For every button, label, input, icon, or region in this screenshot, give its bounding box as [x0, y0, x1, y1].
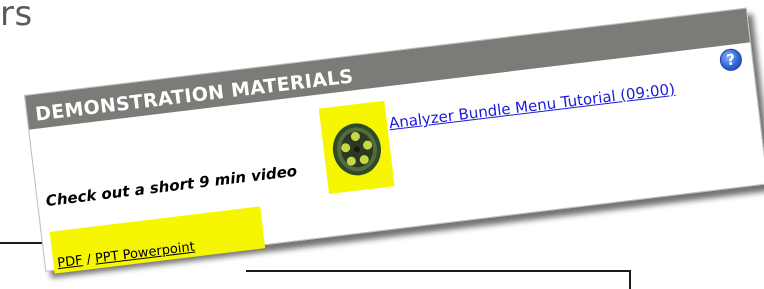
film-reel-highlight[interactable]: [318, 100, 395, 195]
document-links: PDF / PPT Powerpoint: [57, 240, 196, 271]
pdf-link[interactable]: PDF: [57, 253, 84, 271]
help-icon[interactable]: ?: [718, 47, 744, 73]
documents-highlight: PDF / PPT Powerpoint: [49, 206, 266, 274]
callout-frame-line: [629, 270, 631, 289]
callout-frame-line: [246, 270, 630, 272]
screenshot-page: rs DEMONSTRATION MATERIALS ? Check out a…: [0, 0, 764, 289]
video-prompt-text: Check out a short 9 min video: [44, 161, 299, 211]
video-tutorial-link[interactable]: Analyzer Bundle Menu Tutorial (09:00): [388, 80, 676, 132]
demonstration-materials-card: DEMONSTRATION MATERIALS ? Check out a sh…: [24, 7, 764, 274]
ppt-powerpoint-link[interactable]: PPT Powerpoint: [94, 240, 195, 267]
film-reel-icon: [332, 123, 381, 176]
background-heading-fragment: rs: [0, 0, 33, 34]
